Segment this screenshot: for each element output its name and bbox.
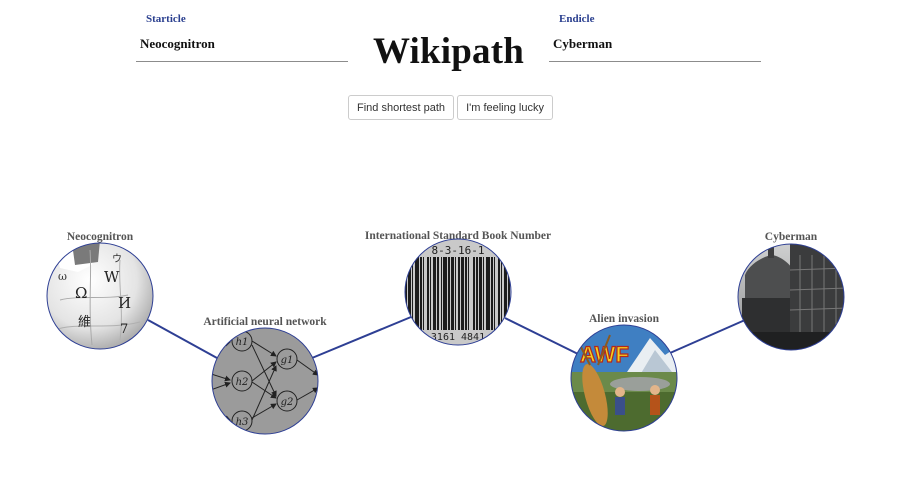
barcode-bar (408, 239, 411, 345)
path-edge (669, 319, 746, 354)
path-node-alien-invasion[interactable]: Alien invasion AWF (570, 313, 680, 432)
globe-glyph: W (104, 268, 120, 286)
globe-glyph: И (118, 294, 131, 312)
barcode-top-text: 8-3-16-1 (432, 244, 485, 257)
path-node-neocognitron[interactable]: Neocognitron Ω W И 維 ウ ω 7 (46, 231, 154, 350)
node-title: Neocognitron (67, 231, 134, 243)
nn-label: h2 (236, 377, 249, 388)
globe-glyph: ω (58, 270, 67, 283)
node-title: Cyberman (765, 231, 818, 243)
london-street-photo (738, 244, 844, 350)
barcode: 8-3-16-1 3161 4841 (405, 239, 511, 345)
path-edge (504, 317, 579, 355)
neural-network-diagram: h1 h2 h3 g1 g2 (212, 328, 318, 434)
barcode-bar (415, 239, 419, 345)
barcode-bar (498, 239, 500, 345)
path-node-cyberman[interactable]: Cyberman (737, 231, 846, 351)
barcode-bar (508, 239, 510, 345)
globe-glyph: ウ (112, 253, 122, 265)
globe-glyph: 7 (120, 322, 128, 337)
barcode-bar (501, 239, 502, 345)
magazine-masthead: AWF (580, 342, 629, 367)
globe-glyph: Ω (75, 284, 87, 302)
nn-label: g2 (281, 397, 294, 408)
nn-label: g1 (281, 355, 294, 366)
path-graph: Neocognitron Ω W И 維 ウ ω 7 Artificial ne… (46, 230, 846, 435)
globe-glyph: 維 (78, 315, 91, 330)
wikipedia-globe-icon: Ω W И 維 ウ ω 7 (47, 243, 153, 349)
path-edge (311, 316, 412, 359)
barcode-bar (412, 239, 413, 345)
path-node-artificial-neural-network[interactable]: Artificial neural network h1 h2 h3 g1 g2 (203, 316, 327, 435)
barcode-bar (504, 239, 507, 345)
node-title: Artificial neural network (203, 316, 327, 328)
node-title: Alien invasion (589, 313, 660, 325)
nn-label: h1 (236, 337, 249, 348)
